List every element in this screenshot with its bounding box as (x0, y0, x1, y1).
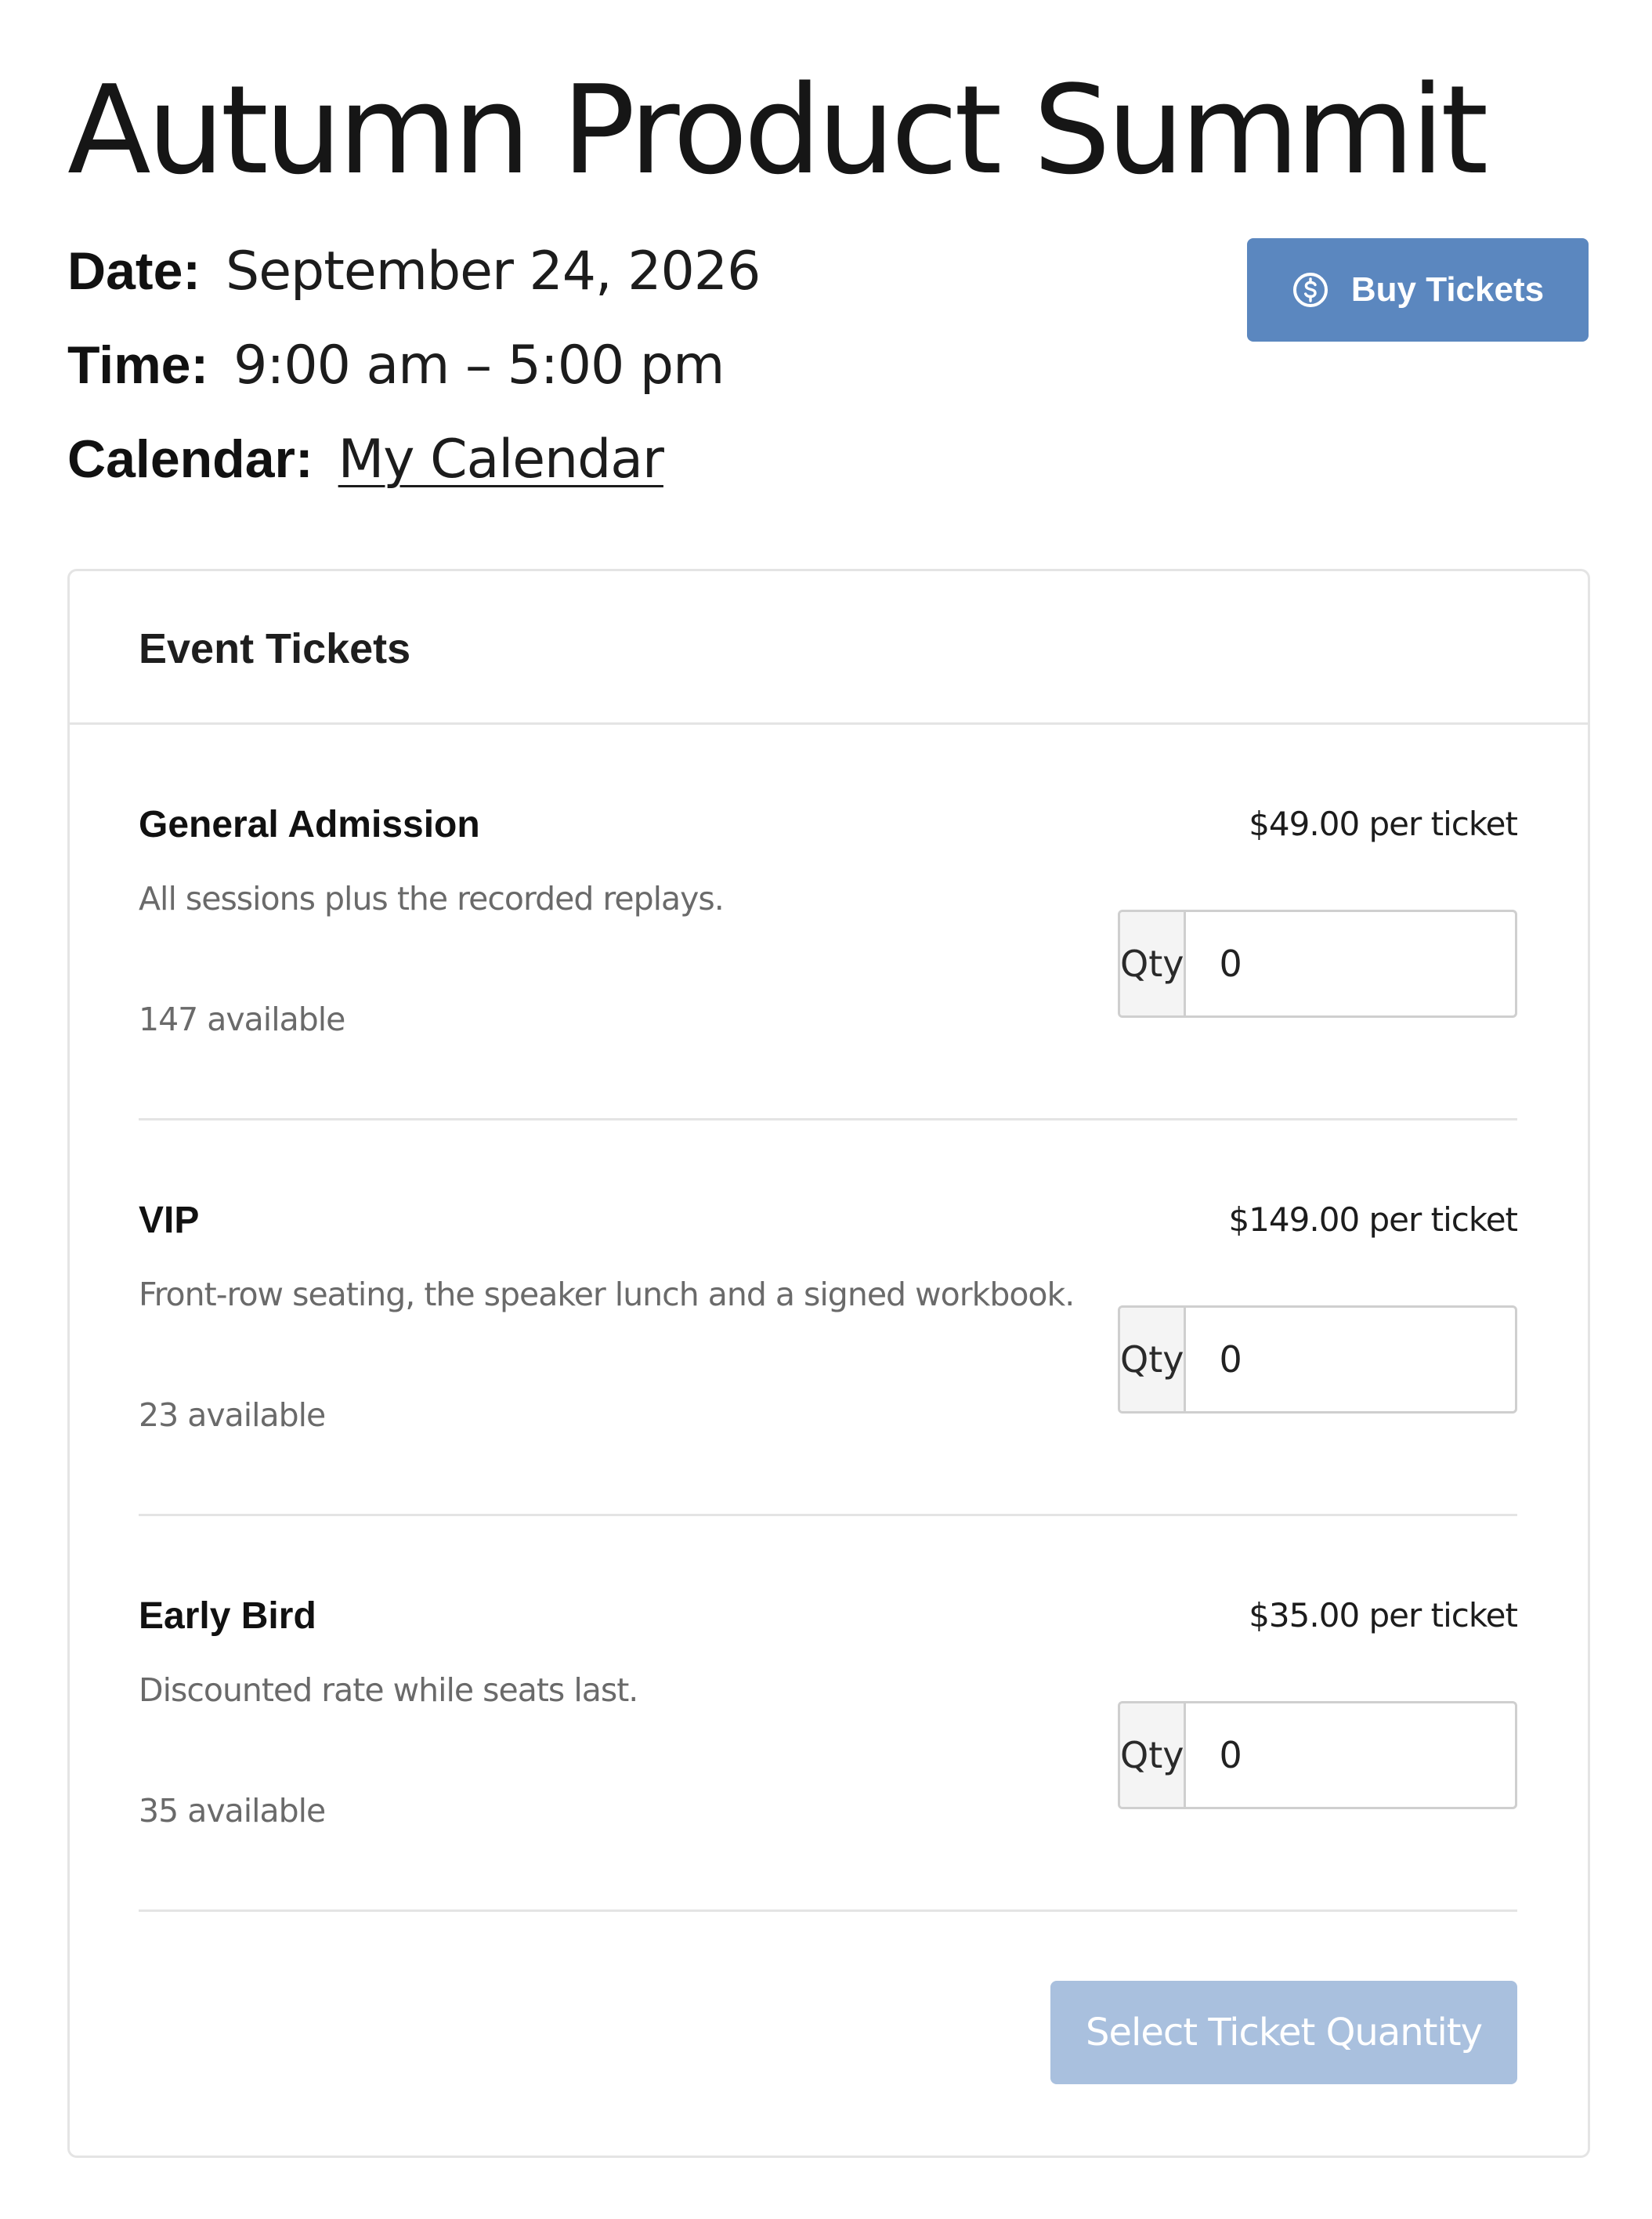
ticket-description: All sessions plus the recorded replays. (139, 880, 725, 918)
event-date-row: Date: September 24, 2026 (67, 241, 761, 302)
tickets-panel-heading: Event Tickets (139, 625, 411, 672)
event-time-row: Time: 9:00 am – 5:00 pm (67, 335, 725, 396)
select-ticket-quantity-button[interactable]: Select Ticket Quantity (1050, 1981, 1517, 2084)
ticket-description: Front-row seating, the speaker lunch and… (139, 1276, 1075, 1313)
dollar-coin-icon (1292, 273, 1328, 307)
qty-label: Qty (1120, 1308, 1187, 1411)
quantity-field: Qty (1118, 1701, 1517, 1809)
quantity-field: Qty (1118, 910, 1517, 1018)
ticket-availability: 23 available (139, 1396, 326, 1434)
date-label: Date: (67, 241, 201, 301)
qty-label: Qty (1120, 912, 1187, 1015)
ticket-description: Discounted rate while seats last. (139, 1671, 638, 1709)
event-time: 9:00 am – 5:00 pm (233, 335, 725, 396)
ticket-price: $149.00 per ticket (1228, 1200, 1518, 1239)
event-tickets-panel: Event Tickets General Admission $49.00 p… (67, 569, 1590, 2158)
page-title: Autumn Product Summit (67, 59, 1488, 201)
ticket-name: General Admission (139, 804, 480, 845)
ticket-availability: 35 available (139, 1792, 326, 1830)
ticket-name: VIP (139, 1200, 200, 1241)
ticket-early-bird: Early Bird $35.00 per ticket Discounted … (139, 1516, 1518, 1912)
calendar-link[interactable]: My Calendar (338, 429, 664, 490)
ticket-general-admission: General Admission $49.00 per ticket All … (139, 725, 1518, 1120)
quantity-input-vip[interactable] (1186, 1308, 1515, 1411)
tickets-panel-header: Event Tickets (70, 571, 1588, 725)
time-label: Time: (67, 335, 209, 395)
ticket-availability: 147 available (139, 1001, 345, 1038)
buy-tickets-label: Buy Tickets (1350, 270, 1545, 309)
event-date: September 24, 2026 (226, 241, 761, 302)
calendar-label: Calendar: (67, 429, 313, 489)
ticket-name: Early Bird (139, 1595, 316, 1637)
quantity-input-early-bird[interactable] (1186, 1703, 1515, 1807)
buy-tickets-button[interactable]: Buy Tickets (1247, 238, 1589, 342)
ticket-price: $49.00 per ticket (1249, 805, 1518, 843)
quantity-field: Qty (1118, 1305, 1517, 1414)
ticket-price: $35.00 per ticket (1249, 1596, 1518, 1634)
qty-label: Qty (1120, 1703, 1187, 1807)
event-calendar-row: Calendar: My Calendar (67, 433, 664, 487)
quantity-input-general-admission[interactable] (1186, 912, 1515, 1015)
ticket-vip: VIP $149.00 per ticket Front-row seating… (139, 1120, 1518, 1516)
